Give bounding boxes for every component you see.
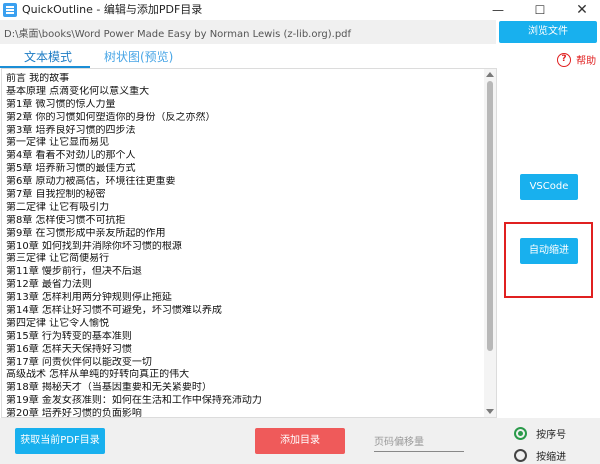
radio-by-indent[interactable]: 按缩进 — [514, 445, 584, 463]
file-path-field[interactable]: D:\桌面\books\Word Power Made Easy by Norm… — [0, 20, 496, 44]
outline-line: 第二定律 让它有吸引力 — [6, 201, 110, 213]
outline-line: 基本原理 点滴变化何以意义重大 — [6, 85, 150, 97]
radio-by-sequence-label: 按序号 — [536, 430, 567, 441]
app-icon — [3, 3, 17, 17]
outline-line: 第17章 问责伙伴何以能改变一切 — [6, 356, 152, 368]
mode-tabs: 文本模式 树状图(预览) — [0, 46, 496, 68]
outline-line: 第2章 你的习惯如何塑造你的身份（反之亦然） — [6, 111, 216, 123]
outline-line: 第4章 看着不对劲儿的那个人 — [6, 150, 136, 162]
tab-text-mode[interactable]: 文本模式 — [24, 48, 72, 65]
tab-tree-preview[interactable]: 树状图(预览) — [104, 48, 173, 65]
title-bar: QuickOutline - 编辑与添加PDF目录 — ☐ ✕ — [0, 0, 600, 20]
get-current-toc-button[interactable]: 获取当前PDF目录 — [15, 428, 105, 454]
editor-lines: 前言 我的故事 基本原理 点滴变化何以意义重大 第1章 微习惯的惊人力量 第2章 你的… — [6, 73, 482, 418]
outline-line: 第20章 培养好习惯的负面影响 — [6, 408, 142, 418]
radio-by-sequence[interactable]: 按序号 — [514, 423, 584, 441]
window-title: QuickOutline - 编辑与添加PDF目录 — [22, 3, 203, 16]
close-button[interactable]: ✕ — [562, 0, 600, 20]
outline-line: 第14章 怎样让好习惯不可避免，坏习惯难以养成 — [6, 305, 222, 317]
outline-line: 第10章 如何找到并消除你坏习惯的根源 — [6, 240, 182, 252]
outline-line: 第3章 培养良好习惯的四步法 — [6, 124, 136, 136]
help-icon: ? — [557, 52, 571, 67]
scroll-up-icon[interactable] — [486, 72, 494, 77]
outline-line: 第6章 原动力被高估，环境往往更重要 — [6, 176, 176, 188]
auto-indent-button[interactable]: 自动缩进 — [520, 238, 578, 264]
outline-line: 第三定律 让它简便易行 — [6, 253, 110, 265]
outline-line: 第13章 怎样利用两分钟规则停止拖延 — [6, 292, 172, 304]
outline-line: 高级战术 怎样从单纯的好转向真正的伟大 — [6, 369, 190, 381]
help-link[interactable]: ? 帮助 — [557, 49, 596, 68]
outline-line: 第1章 微习惯的惊人力量 — [6, 98, 116, 110]
browse-file-button[interactable]: 浏览文件 — [499, 21, 597, 43]
page-offset-input[interactable] — [374, 434, 464, 452]
help-label: 帮助 — [576, 56, 597, 67]
scroll-down-icon[interactable] — [486, 409, 494, 414]
minimize-button[interactable]: — — [478, 0, 518, 20]
outline-line: 第18章 揭秘天才（当基因重要和无关紧要时） — [6, 382, 212, 394]
outline-line: 第四定律 让它令人愉悦 — [6, 317, 110, 329]
outline-line: 第9章 在习惯形成中亲友所起的作用 — [6, 227, 166, 239]
file-path-text: D:\桌面\books\Word Power Made Easy by Norm… — [4, 29, 352, 40]
outline-line: 第19章 金发女孩准则：如何在生活和工作中保持充沛动力 — [6, 395, 262, 407]
outline-line: 第12章 最省力法则 — [6, 279, 92, 291]
outline-line: 第15章 行为转变的基本准则 — [6, 330, 132, 342]
outline-text-editor[interactable]: 前言 我的故事 基本原理 点滴变化何以意义重大 第1章 微习惯的惊人力量 第2章 你的… — [1, 68, 497, 418]
scroll-thumb[interactable] — [487, 81, 493, 351]
maximize-button[interactable]: ☐ — [520, 0, 560, 20]
outline-line: 第7章 自我控制的秘密 — [6, 189, 106, 201]
outline-line: 第8章 怎样使习惯不可抗拒 — [6, 214, 126, 226]
outline-line: 前言 我的故事 — [6, 73, 70, 84]
radio-by-indent-label: 按缩进 — [536, 452, 567, 463]
radio-checked-icon — [514, 427, 527, 440]
radio-unchecked-icon — [514, 449, 527, 462]
outline-line: 第11章 慢步前行，但决不后退 — [6, 266, 142, 278]
outline-line: 第16章 怎样天天保持好习惯 — [6, 343, 132, 355]
outline-line: 第一定律 让它显而易见 — [6, 137, 110, 149]
editor-scrollbar[interactable] — [484, 69, 496, 417]
vscode-button[interactable]: VSCode — [520, 174, 578, 200]
outline-line: 第5章 培养新习惯的最佳方式 — [6, 163, 136, 175]
add-toc-button[interactable]: 添加目录 — [255, 428, 345, 454]
